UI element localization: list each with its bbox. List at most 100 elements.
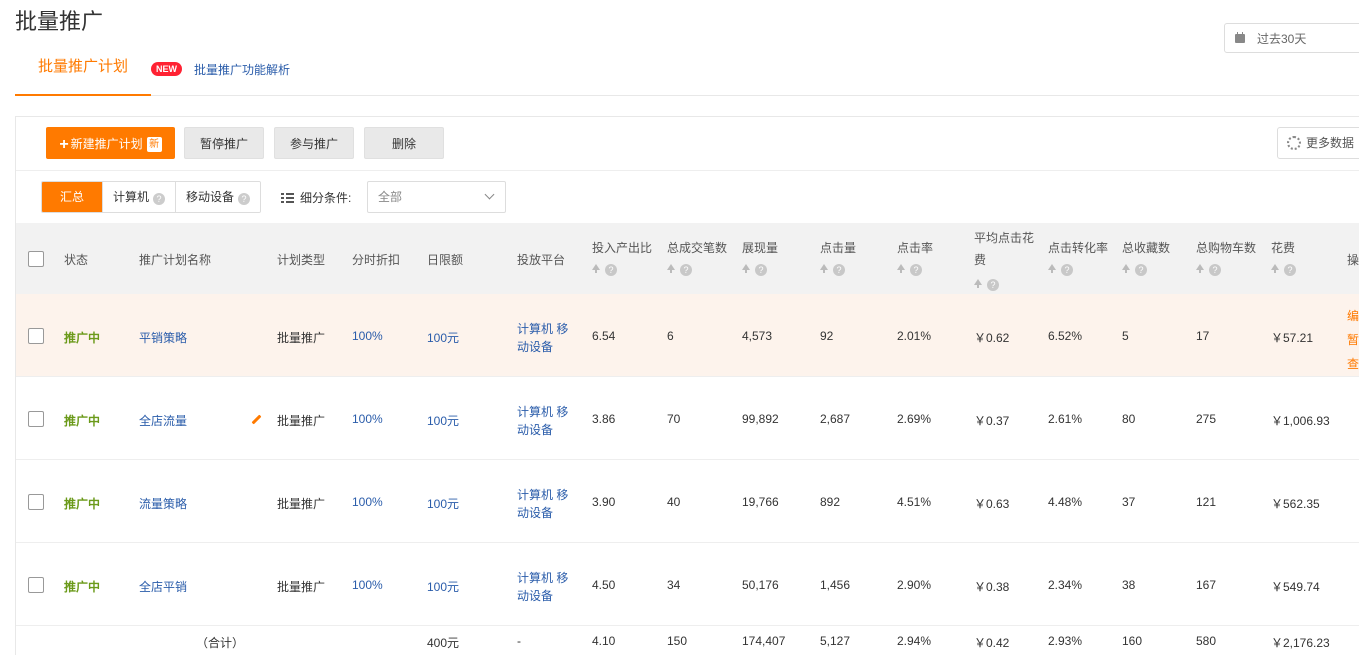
sort-up-icon[interactable] [1196, 264, 1204, 273]
sort-up-icon[interactable] [974, 279, 982, 288]
platform-link[interactable]: 计算机 移动设备 [517, 403, 577, 439]
plan-name-link[interactable]: 全店流量 [139, 412, 187, 429]
date-range-value: 过去30天 [1257, 31, 1307, 46]
help-icon[interactable]: ? [1135, 264, 1147, 276]
platform-link[interactable]: 计算机 移动设备 [517, 486, 577, 522]
plan-name-link[interactable]: 流量策略 [139, 495, 187, 512]
header-roi[interactable]: 投入产出比? [592, 239, 652, 276]
pause-link[interactable]: 暂 [1347, 328, 1359, 352]
date-range-picker[interactable]: 过去30天 [1224, 23, 1359, 53]
plan-name-link[interactable]: 平销策略 [139, 329, 187, 346]
header-time-discount: 分时折扣 [352, 253, 401, 267]
new-plan-button[interactable]: + 新建推广计划新 [46, 127, 175, 159]
plan-name-link[interactable]: 全店平销 [139, 578, 187, 595]
daily-budget-link[interactable]: 100元 [427, 329, 459, 346]
row-checkbox[interactable] [28, 577, 44, 593]
header-cvr-label: 点击转化率 [1048, 241, 1109, 255]
header-cart-label: 总购物车数 [1196, 241, 1257, 255]
plan-type: 批量推广 [277, 331, 326, 345]
join-button[interactable]: 参与推广 [274, 127, 354, 159]
sort-up-icon[interactable] [1271, 264, 1279, 273]
more-data-button[interactable]: 更多数据 [1277, 127, 1359, 159]
chevron-down-icon [484, 189, 495, 200]
header-favorites[interactable]: 总收藏数? [1122, 239, 1170, 276]
header-clicks[interactable]: 点击量? [820, 239, 856, 276]
more-data-label: 更多数据 [1306, 136, 1355, 150]
cost-value: ￥549.74 [1271, 580, 1320, 594]
platform-link[interactable]: 计算机 移动设备 [517, 569, 577, 605]
select-all-checkbox[interactable] [28, 251, 44, 267]
cpc-value: ￥0.62 [974, 331, 1010, 345]
cvr-value: 4.48% [1048, 495, 1083, 509]
header-cvr[interactable]: 点击转化率? [1048, 239, 1108, 276]
roi-value: 6.54 [592, 329, 616, 343]
plan-type: 批量推广 [277, 580, 326, 594]
segment-mobile-label: 移动设备 [186, 190, 235, 204]
header-ctr[interactable]: 点击率? [897, 239, 933, 276]
row-checkbox[interactable] [28, 494, 44, 510]
cpc-value: ￥0.37 [974, 414, 1010, 428]
help-icon[interactable]: ? [605, 264, 617, 276]
orders-value: 70 [667, 412, 681, 426]
sort-up-icon[interactable] [742, 264, 750, 273]
daily-budget-link[interactable]: 100元 [427, 578, 459, 595]
time-discount-link[interactable]: 100% [352, 412, 383, 426]
header-platform: 投放平台 [517, 253, 566, 267]
totals-ctr: 2.94% [897, 634, 932, 648]
tab-batch-promotion-plan[interactable]: 批量推广计划 [15, 50, 151, 96]
segment-summary[interactable]: 汇总 [42, 182, 102, 212]
sort-up-icon[interactable] [1048, 264, 1056, 273]
cpc-value: ￥0.63 [974, 497, 1010, 511]
new-badge: NEW [151, 62, 182, 76]
row-checkbox[interactable] [28, 411, 44, 427]
help-icon[interactable]: ? [1061, 264, 1073, 276]
pause-button[interactable]: 暂停推广 [184, 127, 264, 159]
header-cart[interactable]: 总购物车数? [1196, 239, 1256, 276]
view-link[interactable]: 查 [1347, 352, 1359, 376]
segment-computer[interactable]: 计算机? [102, 182, 176, 212]
help-icon[interactable]: ? [987, 279, 999, 291]
platform-link[interactable]: 计算机 移动设备 [517, 320, 577, 356]
daily-budget-link[interactable]: 100元 [427, 412, 459, 429]
impressions-value: 99,892 [742, 412, 779, 426]
sort-up-icon[interactable] [592, 264, 600, 273]
help-icon[interactable]: ? [833, 264, 845, 276]
daily-budget-link[interactable]: 100元 [427, 495, 459, 512]
time-discount-link[interactable]: 100% [352, 329, 383, 343]
totals-budget: 400元 [427, 636, 460, 650]
header-impressions[interactable]: 展现量? [742, 239, 778, 276]
edit-link[interactable]: 编 [1347, 304, 1359, 328]
help-icon[interactable]: ? [153, 193, 166, 205]
filter-select[interactable]: 全部 [367, 181, 506, 213]
help-icon[interactable]: ? [238, 193, 251, 205]
segment-mobile[interactable]: 移动设备? [175, 182, 261, 212]
sort-up-icon[interactable] [897, 264, 905, 273]
help-icon[interactable]: ? [680, 264, 692, 276]
help-icon[interactable]: ? [910, 264, 922, 276]
header-cpc[interactable]: 平均点击花费? [974, 227, 1040, 293]
help-icon[interactable]: ? [755, 264, 767, 276]
sort-up-icon[interactable] [667, 264, 675, 273]
header-cost[interactable]: 花费? [1271, 239, 1296, 276]
delete-button[interactable]: 删除 [364, 127, 444, 159]
time-discount-link[interactable]: 100% [352, 578, 383, 592]
sort-up-icon[interactable] [1122, 264, 1130, 273]
tab-bar: 批量推广计划 NEW 批量推广功能解析 [15, 50, 1359, 96]
help-icon[interactable]: ? [1209, 264, 1221, 276]
sort-up-icon[interactable] [820, 264, 828, 273]
favorites-value: 80 [1122, 412, 1136, 426]
header-roi-label: 投入产出比 [592, 241, 653, 255]
clicks-value: 2,687 [820, 412, 851, 426]
impressions-value: 19,766 [742, 495, 779, 509]
calendar-icon [1235, 31, 1245, 43]
list-icon [281, 192, 294, 203]
toolbar-divider [16, 170, 1359, 171]
row-checkbox[interactable] [28, 328, 44, 344]
help-icon[interactable]: ? [1284, 264, 1296, 276]
pencil-icon[interactable] [251, 414, 262, 425]
orders-value: 6 [667, 329, 674, 343]
feature-guide-link[interactable]: 批量推广功能解析 [194, 61, 290, 78]
header-orders[interactable]: 总成交笔数? [667, 239, 727, 276]
clicks-value: 92 [820, 329, 834, 343]
time-discount-link[interactable]: 100% [352, 495, 383, 509]
